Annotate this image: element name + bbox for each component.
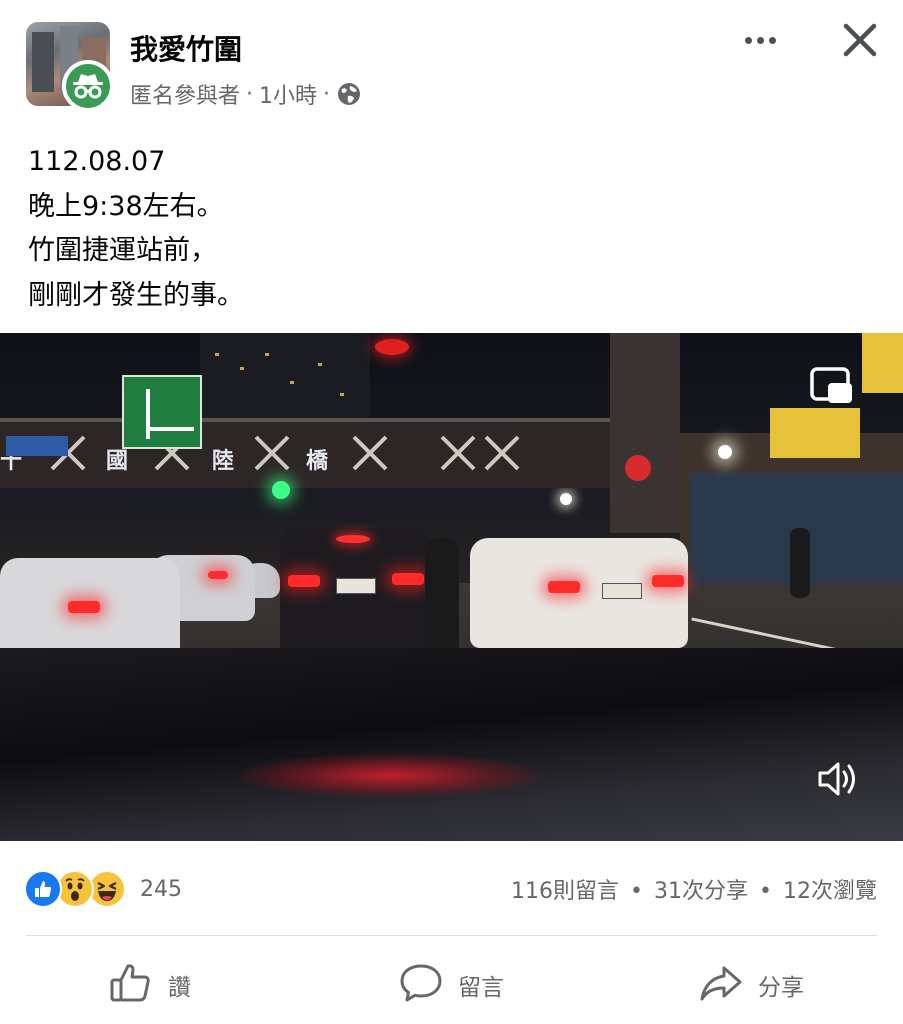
engagement-stats: 116則留言 • 31次分享 • 12次瀏覽 xyxy=(511,873,877,905)
stats-dot: • xyxy=(630,879,644,904)
picture-in-picture-icon[interactable] xyxy=(808,363,856,411)
comment-label: 留言 xyxy=(458,975,504,1001)
meta-separator: · xyxy=(246,81,254,107)
divider xyxy=(26,935,877,936)
comment-button[interactable]: 留言 xyxy=(398,957,504,1013)
post-header: 我愛竹圍 匿名參與者 · 1小時 · xyxy=(0,0,903,125)
author-name[interactable]: 匿名參與者 xyxy=(130,78,240,110)
share-label: 分享 xyxy=(758,975,804,1001)
bridge-sign-char: 陸 xyxy=(212,449,235,474)
post-line: 竹圍捷運站前， xyxy=(28,235,217,266)
more-options-icon[interactable] xyxy=(738,24,782,56)
view-count: 12次瀏覽 xyxy=(783,879,877,904)
group-avatar[interactable] xyxy=(26,22,114,112)
reaction-summary[interactable]: 245 xyxy=(24,867,182,911)
bridge-sign-char: 橋 xyxy=(306,449,329,474)
comment-bubble-icon xyxy=(398,960,444,1010)
post-line: 112.08.07 xyxy=(28,146,166,177)
post-meta: 匿名參與者 · 1小時 · xyxy=(130,78,362,110)
anonymous-icon xyxy=(62,60,114,112)
like-label: 讚 xyxy=(168,975,191,1001)
meta-separator: · xyxy=(323,81,331,107)
post-action-bar: 讚 留言 分享 xyxy=(0,945,903,1024)
post-line: 晚上9:38左右。 xyxy=(28,190,224,222)
speaker-icon[interactable] xyxy=(812,753,864,805)
globe-icon xyxy=(336,81,362,107)
reaction-count: 245 xyxy=(140,876,182,902)
thumbs-up-icon xyxy=(108,960,154,1010)
close-icon[interactable] xyxy=(838,18,882,62)
comment-count[interactable]: 116則留言 xyxy=(511,879,619,904)
like-button[interactable]: 讚 xyxy=(108,957,191,1013)
post-time[interactable]: 1小時 xyxy=(259,78,317,110)
like-reaction-icon xyxy=(24,870,62,908)
post-body: 112.08.07 晚上9:38左右。 竹圍捷運站前， 剛剛才發生的事。 xyxy=(28,140,868,318)
stats-dot: • xyxy=(759,879,772,904)
share-count[interactable]: 31次分享 xyxy=(654,879,748,904)
share-button[interactable]: 分享 xyxy=(698,957,804,1013)
group-name[interactable]: 我愛竹圍 xyxy=(130,28,242,68)
post-viewer: 我愛竹圍 匿名參與者 · 1小時 · 112.08.07 晚上9:38左右。 竹… xyxy=(0,0,903,1024)
share-arrow-icon xyxy=(698,960,744,1010)
post-line: 剛剛才發生的事。 xyxy=(28,279,244,311)
post-video[interactable]: 十 國 陸 橋 xyxy=(0,333,903,841)
